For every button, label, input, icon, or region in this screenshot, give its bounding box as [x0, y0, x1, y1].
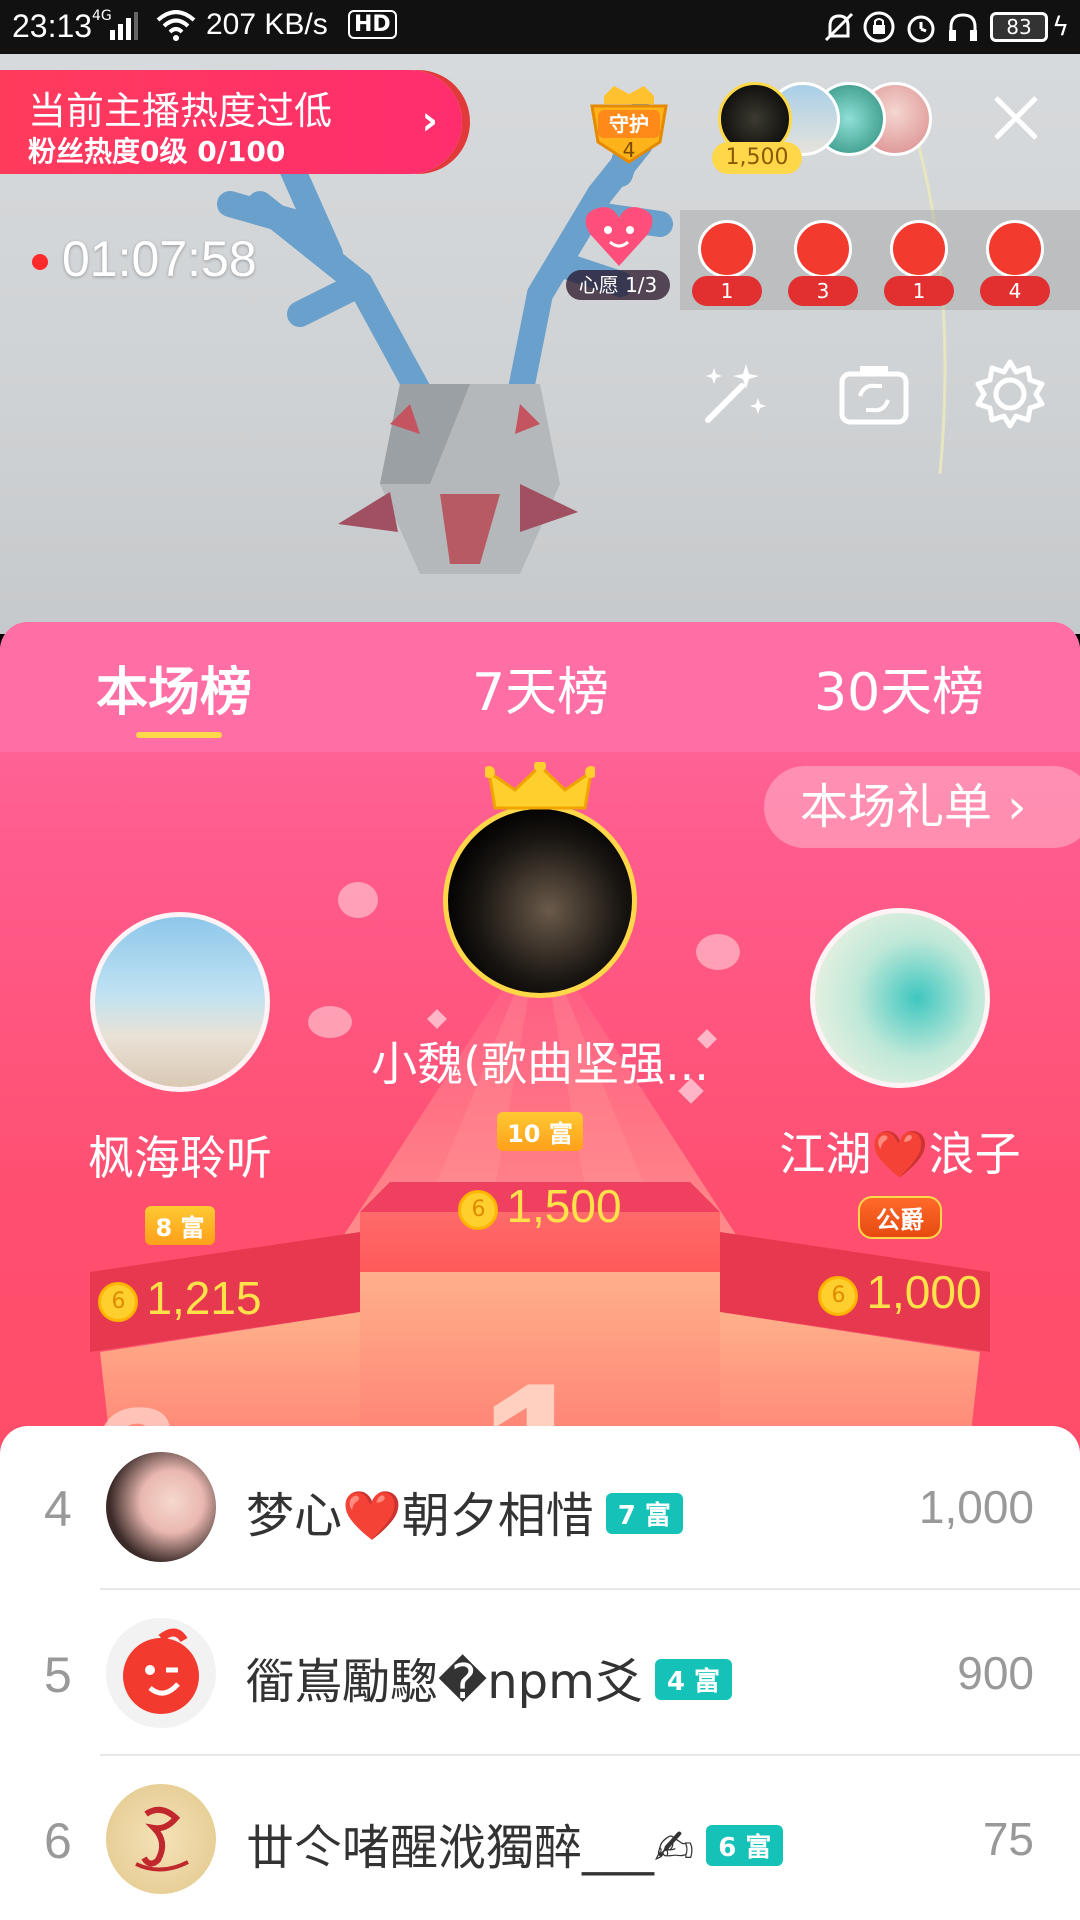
gear-icon[interactable]: [972, 356, 1048, 432]
chevron-right-icon: ›: [421, 98, 438, 144]
avatar[interactable]: [106, 1452, 216, 1562]
wealth-badge: 10 富: [497, 1112, 583, 1151]
avatar[interactable]: [106, 1618, 216, 1728]
rank-number: 5: [44, 1647, 72, 1703]
live-duration: 01:07:58: [62, 231, 257, 287]
fan-list[interactable]: 1 3 1 4: [680, 210, 1080, 310]
noble-title-badge: 公爵: [858, 1196, 942, 1239]
wealth-badge: 6 富: [706, 1825, 784, 1866]
rank-second[interactable]: 枫海聆听 8 富 6 1,215: [60, 912, 300, 1325]
tab-7-days[interactable]: 7天榜: [472, 650, 609, 725]
mascot-face-icon: [986, 220, 1044, 278]
rank-list: 4 梦心❤️朝夕相惜 7 富 1,000 5 衟嶌勵騘�npm爻 4 富 900 6: [0, 1426, 1080, 1920]
wealth-badge: 8 富: [145, 1206, 215, 1245]
signal-icon: [110, 12, 138, 40]
user-name: 小魏(歌曲坚强...: [371, 1037, 709, 1091]
contribution-count: 1,500: [712, 142, 802, 174]
list-item[interactable]: 5 衟嶌勵騘�npm爻 4 富 900: [0, 1592, 1080, 1756]
mascot-face-icon: [698, 220, 756, 278]
list-item[interactable]: 4 梦心❤️朝夕相惜 7 富 1,000: [0, 1426, 1080, 1590]
heart-face-icon: [585, 207, 653, 266]
rank-tabs: 本场榜 7天榜 30天榜: [0, 622, 1080, 752]
user-name: 衟嶌勵騘�npm爻: [246, 1654, 643, 1710]
fan-avatar[interactable]: 3: [788, 220, 858, 306]
fan-avatar[interactable]: 1: [884, 220, 954, 306]
rank-first[interactable]: 小魏(歌曲坚强... 10 富 6 1,500: [300, 762, 780, 1233]
guard-badge[interactable]: 守护 4: [584, 82, 674, 172]
gift-list-button[interactable]: 本场礼单 ›: [764, 766, 1080, 848]
top-contributors[interactable]: 1,500: [712, 82, 948, 174]
score: 1,000: [918, 1481, 1034, 1533]
headphones-icon: [949, 13, 977, 41]
avatar[interactable]: [810, 908, 990, 1088]
tab-current-show[interactable]: 本场榜: [96, 650, 252, 725]
close-icon[interactable]: [988, 90, 1044, 146]
calligraphy-logo-icon: [135, 1806, 189, 1872]
divider: [100, 1754, 1080, 1756]
heat-progress: 粉丝热度0级 0/100: [28, 135, 286, 168]
hd-icon: HD: [348, 10, 397, 39]
coin-value: 1,000: [866, 1266, 982, 1318]
list-item[interactable]: 6 丗仒啫醒浌獨醉___✍ 6 富 75: [0, 1758, 1080, 1920]
mute-bell-icon: [824, 12, 854, 42]
coin-icon: 6: [458, 1190, 499, 1230]
avatar[interactable]: [443, 804, 637, 998]
mascot-face-icon: [890, 220, 948, 278]
divider: [100, 1588, 1080, 1590]
wealth-badge: 4 富: [654, 1659, 733, 1700]
rank-number: 4: [44, 1481, 72, 1537]
fan-avatar[interactable]: 1: [692, 220, 762, 306]
lock-rotation-icon: [863, 11, 895, 43]
wish-button[interactable]: 心愿 1/3: [566, 204, 670, 304]
avatar[interactable]: [90, 912, 270, 1092]
network-speed: 207 KB/s: [206, 8, 328, 41]
tab-indicator: [136, 732, 222, 738]
user-name-row: 衟嶌勵騘�npm爻 4 富: [246, 1642, 733, 1712]
user-name: 梦心❤️朝夕相惜: [246, 1488, 594, 1544]
tab-30-days[interactable]: 30天榜: [814, 650, 984, 725]
heat-banner[interactable]: 当前主播热度过低 粉丝热度0级 0/100 ›: [0, 70, 462, 174]
user-name-row: 梦心❤️朝夕相惜 7 富: [246, 1476, 683, 1546]
avatar[interactable]: [106, 1784, 216, 1894]
user-name: 枫海聆听: [88, 1131, 272, 1185]
guard-label: 守护: [609, 112, 649, 136]
mascot-face-icon: [794, 220, 852, 278]
charging-icon: ϟ: [1052, 12, 1070, 42]
score: 75: [982, 1813, 1034, 1865]
fan-count: 1: [692, 276, 762, 306]
rank-number: 6: [44, 1813, 72, 1869]
fan-avatar[interactable]: 4: [980, 220, 1050, 306]
fan-count: 1: [884, 276, 954, 306]
camera-flip-icon[interactable]: [836, 356, 912, 432]
mascot-face-icon: [123, 1628, 199, 1714]
rank-third[interactable]: 江湖❤️浪子 公爵 6 1,000: [770, 908, 1030, 1319]
user-name: 丗仒啫醒浌獨醉___✍: [246, 1820, 695, 1876]
user-name-row: 丗仒啫醒浌獨醉___✍ 6 富: [246, 1808, 784, 1878]
status-time: 23:13: [12, 8, 93, 44]
guard-count: 4: [622, 138, 636, 162]
live-dot-icon: [32, 254, 48, 270]
wifi-icon: [156, 10, 196, 41]
coin-value: 1,500: [506, 1180, 622, 1232]
wish-progress: 心愿 1/3: [566, 270, 670, 300]
battery-icon: 83: [990, 12, 1048, 42]
magic-wand-icon[interactable]: [696, 356, 772, 432]
live-video[interactable]: 当前主播热度过低 粉丝热度0级 0/100 › 守护 4 1,500 01:07…: [0, 54, 1080, 634]
alarm-icon: [907, 15, 935, 43]
fan-count: 3: [788, 276, 858, 306]
score: 900: [957, 1647, 1034, 1699]
crown-icon: [485, 762, 595, 810]
coin-icon: 6: [818, 1276, 859, 1316]
status-bar: 23:13 4G 207 KB/s HD 83 ϟ: [0, 0, 1080, 54]
heat-title: 当前主播热度过低: [28, 89, 333, 133]
wealth-badge: 7 富: [605, 1493, 683, 1534]
coin-value: 1,215: [146, 1272, 262, 1324]
user-name: 江湖❤️浪子: [779, 1127, 1021, 1181]
fan-count: 4: [980, 276, 1050, 306]
coin-icon: 6: [98, 1282, 139, 1322]
